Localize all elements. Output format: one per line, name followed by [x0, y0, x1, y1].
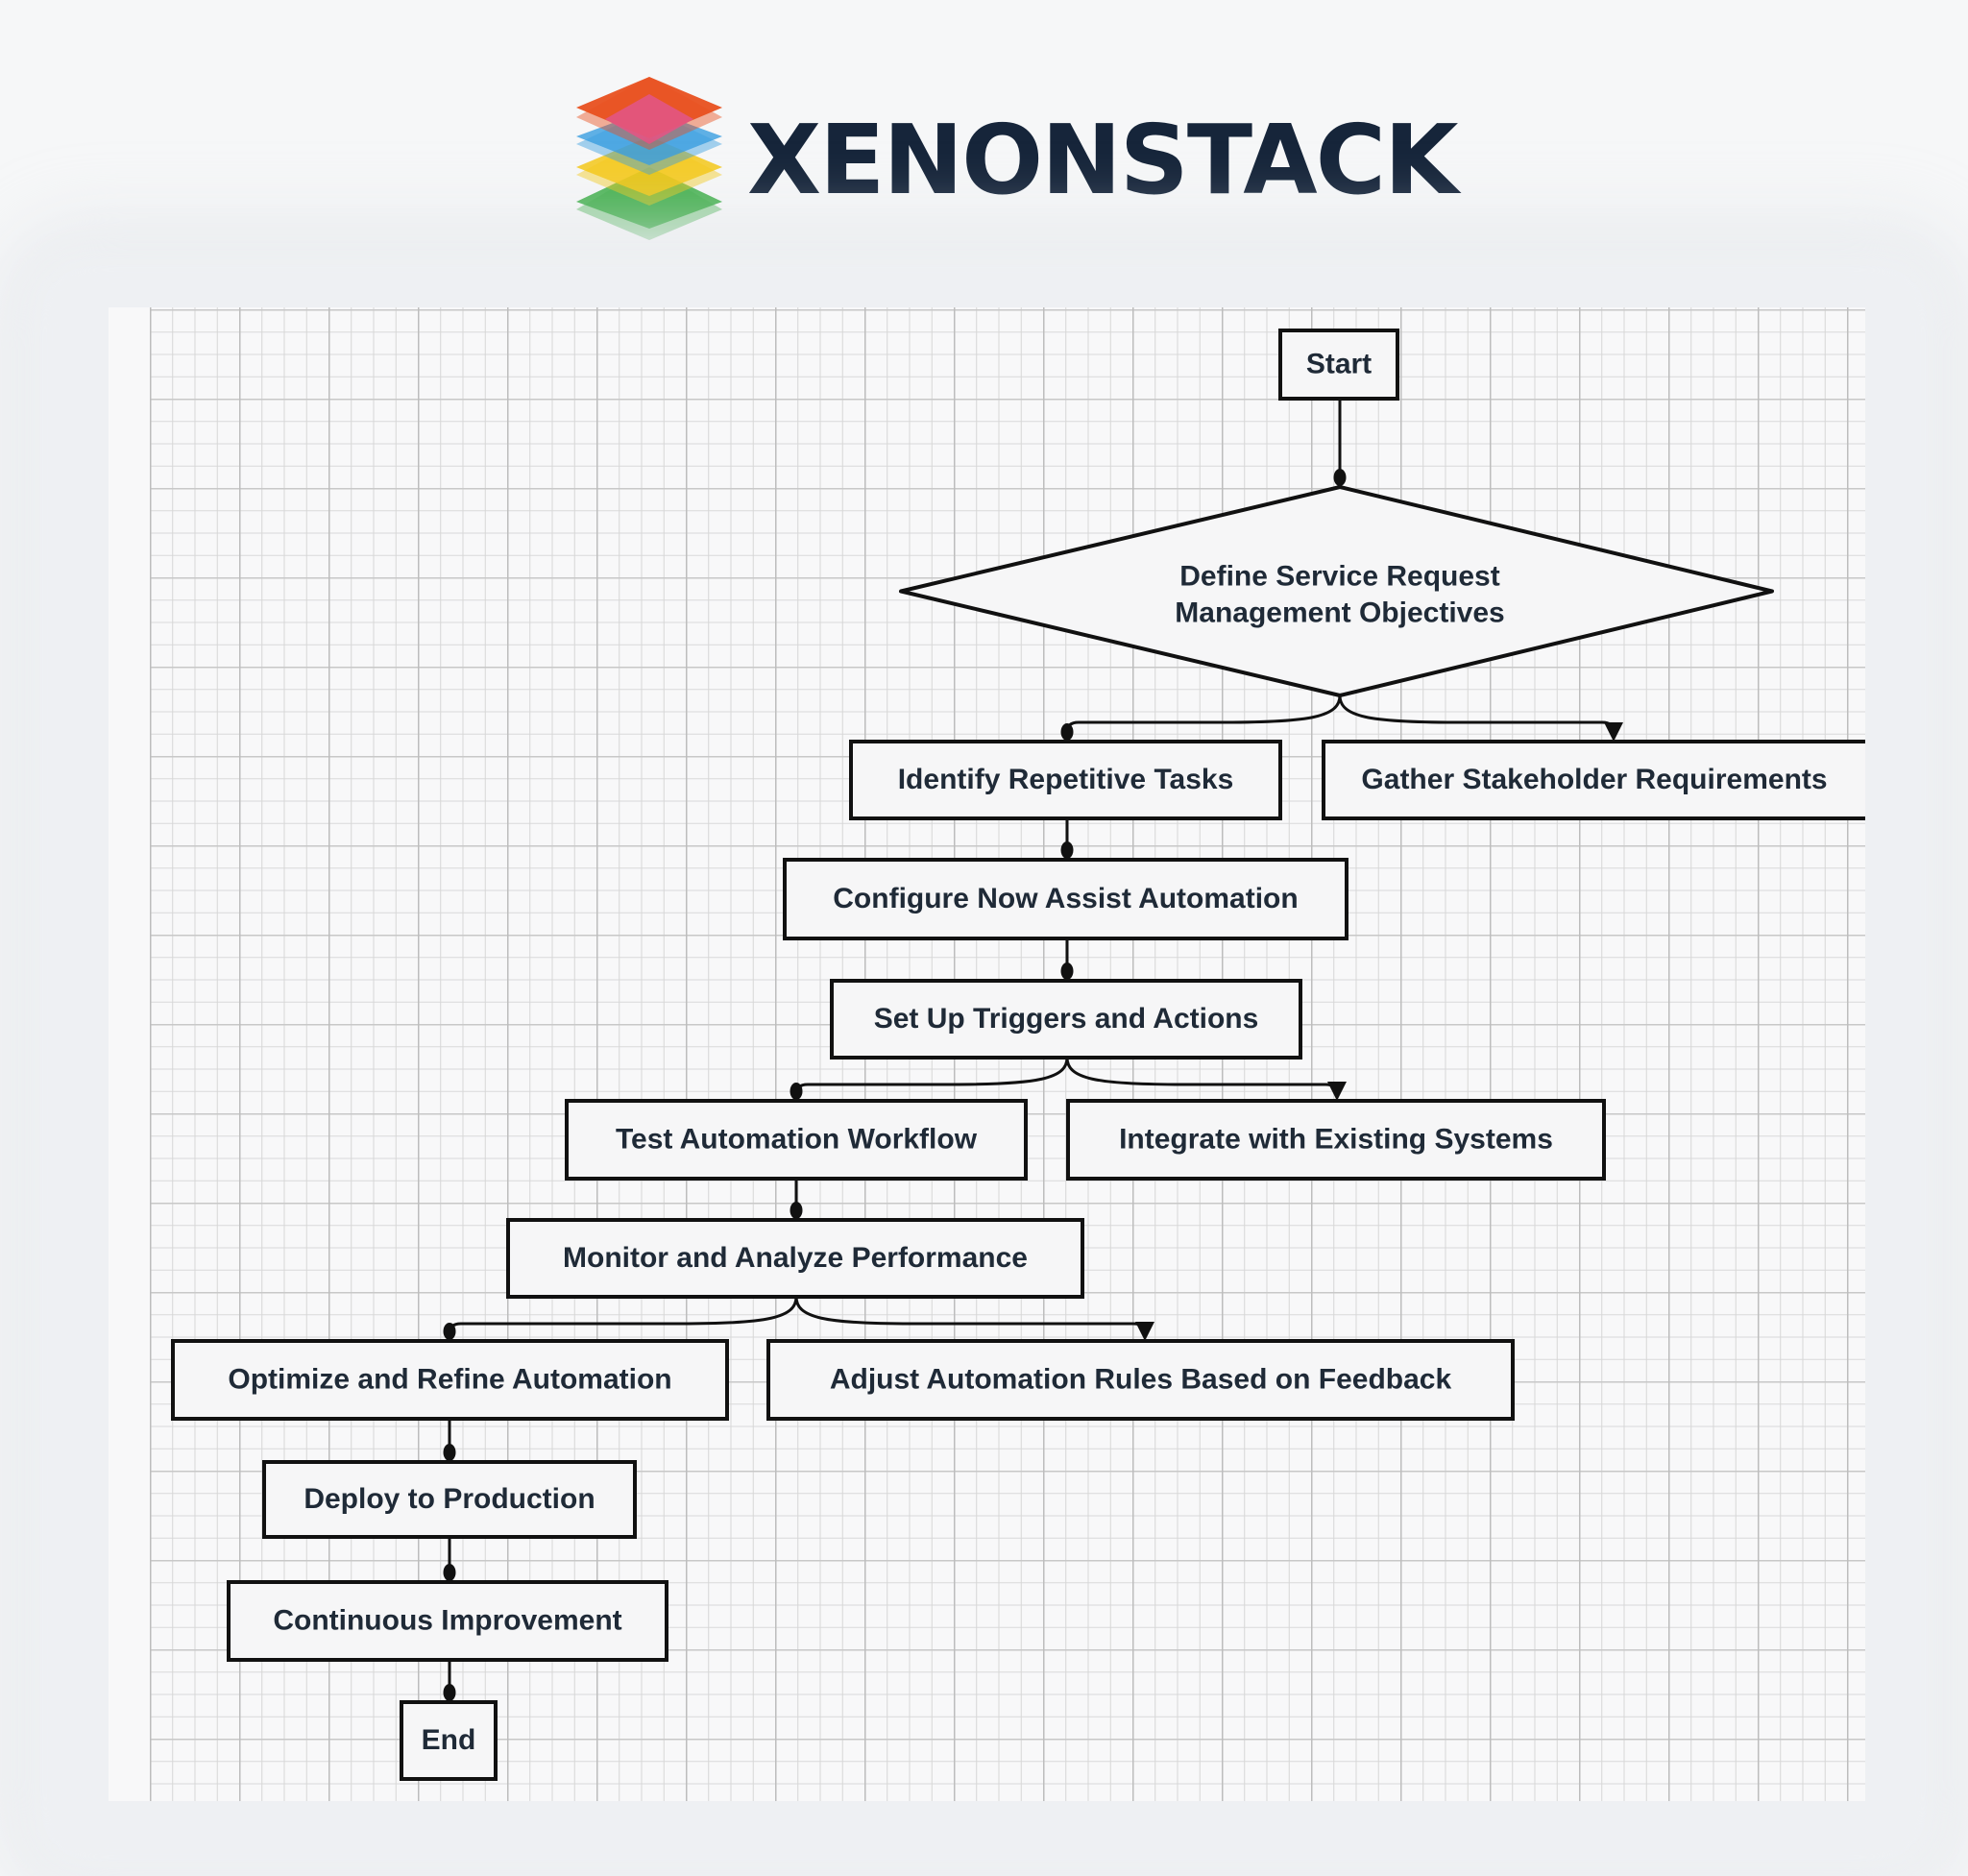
diagram-canvas: Start Define Service Request Management Ob…	[109, 307, 1865, 1801]
connector-dot-icon	[790, 1202, 803, 1219]
edge-continuous-to-end	[443, 1660, 456, 1701]
connector-line	[1065, 1057, 1339, 1097]
stacked-layers-logo-icon	[576, 77, 722, 240]
node-label: Test Automation Workflow	[616, 1123, 978, 1155]
connector-dot-icon	[443, 1564, 456, 1581]
arrowhead-icon	[1327, 1082, 1347, 1101]
connector-dot-icon	[1060, 962, 1074, 980]
node-label: Gather Stakeholder Requirements	[1361, 764, 1827, 795]
connector-line	[1065, 694, 1342, 738]
connector-dot-icon	[1333, 469, 1347, 486]
arrowhead-icon	[1604, 722, 1623, 742]
connector-line	[448, 1296, 798, 1337]
connector-dot-icon	[443, 1684, 456, 1701]
node-label: Adjust Automation Rules Based on Feedbac…	[830, 1363, 1452, 1395]
edge-monitor-to-adjust	[794, 1296, 1154, 1341]
node-test: Test Automation Workflow	[565, 1099, 1028, 1181]
flowchart: Start Define Service Request Management Ob…	[171, 329, 1865, 1781]
node-gather: Gather Stakeholder Requirements	[1322, 740, 1865, 820]
edge-start-to-define	[1333, 399, 1347, 486]
node-define: Define Service Request Management Objecti…	[899, 485, 1774, 697]
connector-line	[794, 1057, 1069, 1097]
node-label: Management Objectives	[1175, 597, 1504, 628]
node-continuous: Continuous Improvement	[227, 1580, 668, 1662]
node-label: Optimize and Refine Automation	[228, 1363, 671, 1395]
node-start: Start	[1278, 329, 1399, 401]
node-identify: Identify Repetitive Tasks	[849, 740, 1282, 820]
node-end: End	[400, 1700, 498, 1781]
header: XENONSTACK	[0, 0, 1968, 259]
connector-dot-icon	[790, 1083, 803, 1100]
node-label: Monitor and Analyze Performance	[563, 1242, 1028, 1274]
node-label: Continuous Improvement	[273, 1604, 621, 1636]
node-setup: Set Up Triggers and Actions	[830, 979, 1302, 1060]
edge-identify-to-configure	[1060, 818, 1074, 859]
edge-setup-to-test	[790, 1057, 1069, 1100]
connector-line	[1338, 694, 1616, 738]
node-label: End	[422, 1724, 476, 1756]
node-deploy: Deploy to Production	[262, 1460, 637, 1539]
edge-optimize-to-deploy	[443, 1419, 456, 1461]
node-label: Deploy to Production	[304, 1483, 595, 1515]
connector-dot-icon	[1060, 841, 1074, 859]
node-label: Integrate with Existing Systems	[1119, 1123, 1553, 1155]
arrowhead-icon	[1135, 1322, 1154, 1341]
node-integrate: Integrate with Existing Systems	[1066, 1099, 1606, 1181]
edge-setup-to-integrate	[1065, 1057, 1347, 1101]
edge-define-to-gather	[1338, 694, 1623, 742]
node-optimize: Optimize and Refine Automation	[171, 1339, 729, 1421]
connector-line	[794, 1296, 1147, 1337]
edge-test-to-monitor	[790, 1179, 803, 1219]
node-monitor: Monitor and Analyze Performance	[506, 1218, 1084, 1299]
edge-configure-to-setup	[1060, 938, 1074, 980]
connector-dot-icon	[443, 1444, 456, 1461]
brand-name: XENONSTACK	[747, 104, 1459, 216]
edge-define-to-identify	[1060, 694, 1342, 741]
node-configure: Configure Now Assist Automation	[783, 858, 1348, 940]
node-label: Configure Now Assist Automation	[833, 883, 1298, 914]
node-label: Identify Repetitive Tasks	[898, 764, 1234, 795]
node-label: Define Service Request	[1179, 560, 1499, 592]
node-adjust: Adjust Automation Rules Based on Feedbac…	[766, 1339, 1515, 1421]
node-label: Set Up Triggers and Actions	[874, 1003, 1259, 1035]
edge-monitor-to-optimize	[443, 1296, 798, 1340]
connector-dot-icon	[1060, 723, 1074, 741]
edge-deploy-to-continuous	[443, 1537, 456, 1581]
connector-dot-icon	[443, 1323, 456, 1340]
node-label: Start	[1306, 348, 1372, 379]
